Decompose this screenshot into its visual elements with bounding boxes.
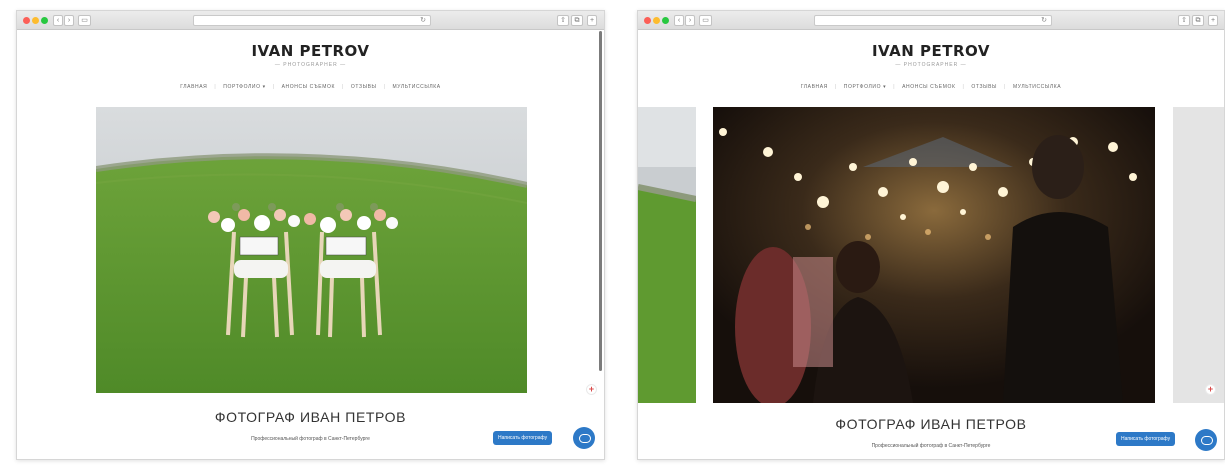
nav-item-portfolio[interactable]: ПОРТФОЛИО ▾ <box>844 84 886 90</box>
browser-toolbar: ‹ › ▭ ↻ ⇧ ⧉ + <box>638 11 1224 30</box>
nav-separator: | <box>1004 84 1006 90</box>
add-tab-icon[interactable]: + <box>1208 15 1218 26</box>
sidebar-icon[interactable]: ▭ <box>699 15 712 26</box>
browser-window-right: ‹ › ▭ ↻ ⇧ ⧉ + IVAN PETROV — PHOTOGRAPHER… <box>637 10 1225 460</box>
plus-icon[interactable]: + <box>1205 384 1216 395</box>
site-tagline: — PHOTOGRAPHER — <box>895 62 967 68</box>
previous-slide-image <box>638 107 696 403</box>
address-bar[interactable]: ↻ <box>814 15 1052 26</box>
forward-icon[interactable]: › <box>685 15 695 26</box>
back-icon[interactable]: ‹ <box>674 15 684 26</box>
site-logo-title[interactable]: IVAN PETROV <box>638 42 1224 60</box>
reload-icon[interactable]: ↻ <box>1041 17 1047 25</box>
sidebar-icon[interactable]: ▭ <box>78 15 91 26</box>
hero-photo-sparklers[interactable] <box>713 107 1155 403</box>
add-tab-icon[interactable]: + <box>587 15 597 26</box>
nav-item-home[interactable]: ГЛАВНАЯ <box>180 84 207 90</box>
nav-item-reviews[interactable]: ОТЗЫВЫ <box>971 84 997 90</box>
browser-window-left: ‹ › ▭ ↻ ⇧ ⧉ + IVAN PETROV — PHOTOGRAPHER… <box>16 10 605 460</box>
hero-title: ФОТОГРАФ ИВАН ПЕТРОВ <box>214 409 407 425</box>
wedding-chairs-image <box>96 107 527 393</box>
maximize-window-button[interactable] <box>662 17 669 24</box>
nav-separator: | <box>383 84 386 90</box>
slider-previous-photo[interactable] <box>638 107 696 403</box>
site-tagline: — PHOTOGRAPHER — <box>274 62 347 68</box>
nav-item-portfolio[interactable]: ПОРТФОЛИО ▾ <box>223 84 265 90</box>
hero-photo-wedding-chairs[interactable] <box>96 107 527 393</box>
contact-photographer-button[interactable]: Написать фотографу <box>1116 432 1176 446</box>
address-bar[interactable]: ↻ <box>193 15 431 26</box>
minimize-window-button[interactable] <box>32 17 39 24</box>
tabs-icon[interactable]: ⧉ <box>1192 15 1204 26</box>
reload-icon[interactable]: ↻ <box>420 17 426 25</box>
nav-item-announcements[interactable]: АНОНСЫ СЪЕМОК <box>282 84 335 90</box>
nav-separator: | <box>834 84 837 90</box>
browser-toolbar: ‹ › ▭ ↻ ⇧ ⧉ + <box>17 11 604 30</box>
next-slide-image <box>1173 107 1224 403</box>
nav-separator: | <box>214 84 217 90</box>
back-icon[interactable]: ‹ <box>53 15 63 26</box>
share-icon[interactable]: ⇧ <box>557 15 569 26</box>
plus-icon[interactable]: + <box>586 384 597 395</box>
close-window-button[interactable] <box>644 17 651 24</box>
nav-separator: | <box>272 84 275 90</box>
nav-separator: | <box>893 84 896 90</box>
site-logo-title[interactable]: IVAN PETROV <box>17 42 604 60</box>
forward-icon[interactable]: › <box>64 15 74 26</box>
scrollbar[interactable] <box>599 31 602 371</box>
nav-item-reviews[interactable]: ОТЗЫВЫ <box>351 84 377 90</box>
chat-icon[interactable] <box>573 427 595 449</box>
nav-separator: | <box>962 84 965 90</box>
share-icon[interactable]: ⇧ <box>1178 15 1190 26</box>
nav-item-announcements[interactable]: АНОНСЫ СЪЕМОК <box>902 84 955 90</box>
hero-title: ФОТОГРАФ ИВАН ПЕТРОВ <box>835 416 1027 432</box>
main-nav: ГЛАВНАЯ | ПОРТФОЛИО ▾ | АНОНСЫ СЪЕМОК | ОТЗЫВЫ… <box>638 84 1224 90</box>
maximize-window-button[interactable] <box>41 17 48 24</box>
contact-photographer-button[interactable]: Написать фотографу <box>493 431 553 445</box>
tabs-icon[interactable]: ⧉ <box>571 15 583 26</box>
chat-icon[interactable] <box>1195 429 1217 451</box>
slider-next-photo[interactable] <box>1173 107 1224 403</box>
close-window-button[interactable] <box>23 17 30 24</box>
sparklers-wedding-image <box>713 107 1155 403</box>
minimize-window-button[interactable] <box>653 17 660 24</box>
nav-item-multilink[interactable]: МУЛЬТИССЫЛКА <box>392 84 440 90</box>
nav-item-multilink[interactable]: МУЛЬТИССЫЛКА <box>1013 84 1061 90</box>
nav-item-home[interactable]: ГЛАВНАЯ <box>801 84 828 90</box>
main-nav: ГЛАВНАЯ | ПОРТФОЛИО ▾ | АНОНСЫ СЪЕМОК | ОТЗЫВЫ… <box>17 84 604 90</box>
nav-separator: | <box>341 84 344 90</box>
